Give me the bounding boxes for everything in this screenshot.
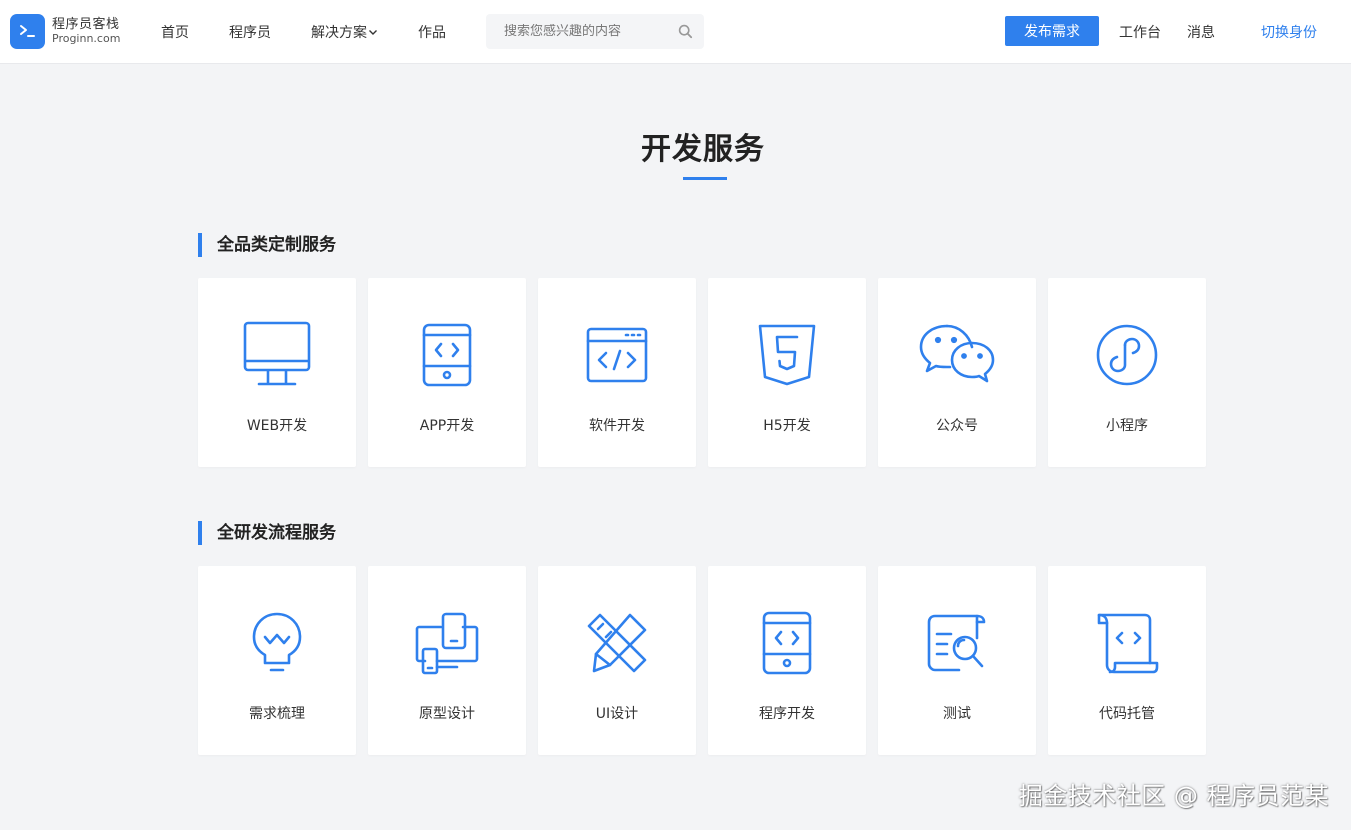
service-card-requirements[interactable]: 需求梳理 [198,566,356,755]
service-card-official-account[interactable]: 公众号 [878,278,1036,467]
section-heading-rd-process: 全研发流程服务 [198,521,336,545]
section-heading-custom-services: 全品类定制服务 [198,233,336,257]
service-card-ui-design[interactable]: UI设计 [538,566,696,755]
nav-home[interactable]: 首页 [161,22,189,42]
nav-solutions[interactable]: 解决方案 [311,22,378,42]
search-box [486,14,704,49]
search-icon[interactable] [678,24,693,43]
service-card-h5[interactable]: H5开发 [708,278,866,467]
service-card-code-hosting[interactable]: 代码托管 [1048,566,1206,755]
chevron-down-icon [368,25,378,41]
lightbulb-icon [237,608,317,678]
nav-messages[interactable]: 消息 [1187,22,1215,42]
nav-workspace[interactable]: 工作台 [1119,22,1161,42]
custom-services-cards: WEB开发 APP开发 软件开发 H5开发 公众号 小程序 [198,278,1206,467]
nav-works[interactable]: 作品 [418,22,446,42]
service-card-label: 小程序 [1106,418,1148,434]
service-card-development[interactable]: 程序开发 [708,566,866,755]
switch-identity-link[interactable]: 切换身份 [1261,22,1317,42]
mini-program-icon [1087,320,1167,390]
rd-process-cards: 需求梳理 原型设计 UI设计 程序开发 测试 代码托管 [198,566,1206,755]
service-card-label: UI设计 [595,706,639,722]
service-card-label: APP开发 [419,418,475,434]
service-card-label: 软件开发 [589,418,645,434]
scroll-code-icon [1087,608,1167,678]
monitor-icon [237,320,317,390]
service-card-label: H5开发 [763,418,811,434]
terminal-icon [10,14,45,49]
top-navigation-bar: 程序员客栈 Proginn.com 首页 程序员 解决方案 作品 发布需求 工作… [0,0,1351,64]
service-card-label: 代码托管 [1099,706,1155,722]
service-card-label: 原型设计 [419,706,475,722]
search-input[interactable] [504,24,674,39]
publish-request-button[interactable]: 发布需求 [1005,16,1099,46]
devices-icon [407,608,487,678]
brand-logo[interactable]: 程序员客栈 Proginn.com [10,14,120,49]
mobile-code-icon [407,320,487,390]
html5-icon [747,320,827,390]
service-card-label: 需求梳理 [249,706,305,722]
service-card-label: WEB开发 [246,418,308,434]
ruler-pencil-icon [577,608,657,678]
service-card-app[interactable]: APP开发 [368,278,526,467]
page-title: 开发服务 [641,132,765,167]
mobile-code-icon [747,608,827,678]
watermark-text: 掘金技术社区 @ 程序员范某 [1018,782,1329,810]
brand-name-en: Proginn.com [52,31,121,45]
service-card-label: 公众号 [936,418,978,434]
nav-solutions-label: 解决方案 [311,25,367,41]
title-underline [683,177,727,180]
brand-name-cn: 程序员客栈 [52,16,120,32]
wechat-icon [917,320,997,390]
service-card-software[interactable]: 软件开发 [538,278,696,467]
service-card-testing[interactable]: 测试 [878,566,1036,755]
service-card-label: 程序开发 [759,706,815,722]
service-card-mini-program[interactable]: 小程序 [1048,278,1206,467]
service-card-label: 测试 [943,706,971,722]
browser-code-icon [577,320,657,390]
nav-programmers[interactable]: 程序员 [229,22,271,42]
service-card-web[interactable]: WEB开发 [198,278,356,467]
document-search-icon [917,608,997,678]
service-card-prototype[interactable]: 原型设计 [368,566,526,755]
